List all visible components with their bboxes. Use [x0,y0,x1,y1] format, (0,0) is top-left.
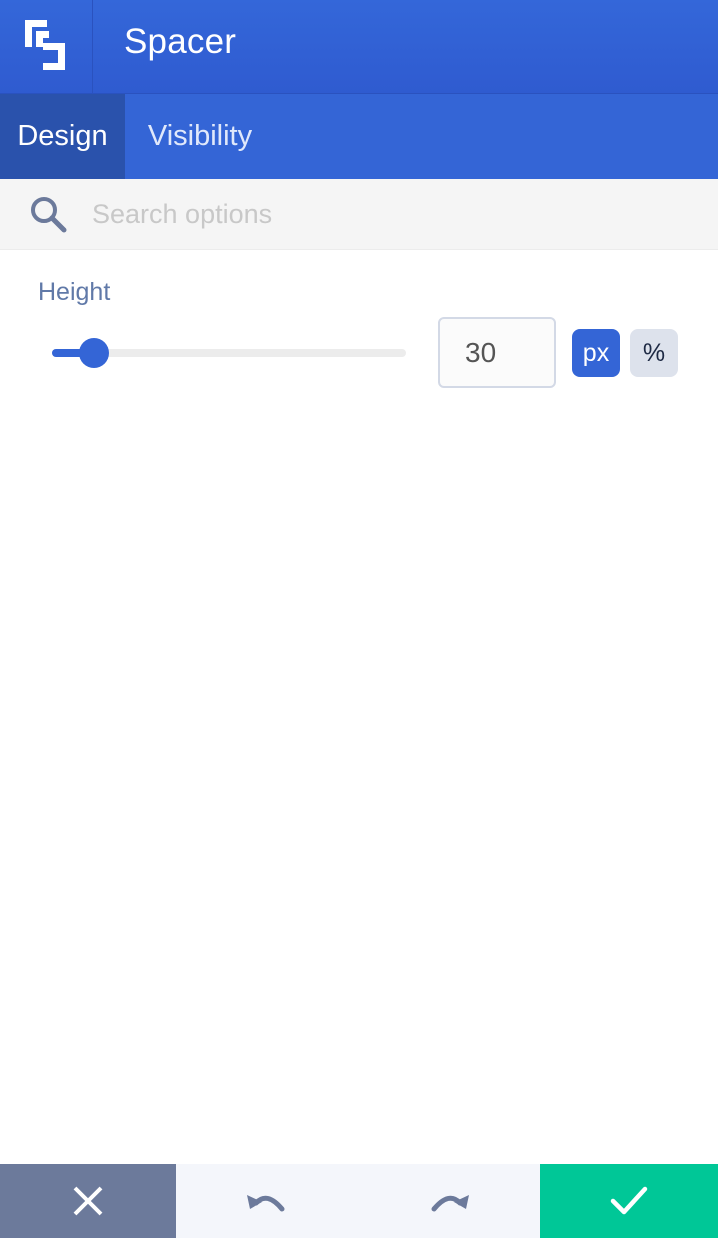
unit-percent-button[interactable]: % [630,329,678,377]
panel-title: Spacer [124,22,237,61]
close-icon [73,1186,103,1216]
height-slider[interactable] [52,338,408,368]
tab-visibility[interactable]: Visibility [125,94,275,179]
logo-icon [25,20,65,70]
tab-design[interactable]: Design [0,94,125,179]
height-label: Height [38,278,111,306]
panel-header: Spacer [0,0,718,94]
redo-icon [431,1195,469,1212]
logo-button[interactable] [0,0,93,93]
confirm-button[interactable] [540,1164,718,1238]
tab-bar: Design Visibility [0,94,718,179]
search-input[interactable] [92,193,692,235]
cancel-button[interactable] [0,1164,176,1238]
unit-px-button[interactable]: px [572,329,620,377]
search-bar [0,179,718,250]
undo-icon [247,1195,285,1212]
undo-button[interactable] [176,1164,358,1238]
footer-toolbar [0,1164,718,1238]
check-icon [610,1186,648,1215]
redo-button[interactable] [358,1164,540,1238]
slider-handle[interactable] [79,338,110,368]
search-icon [31,197,67,233]
height-input[interactable] [438,317,556,388]
